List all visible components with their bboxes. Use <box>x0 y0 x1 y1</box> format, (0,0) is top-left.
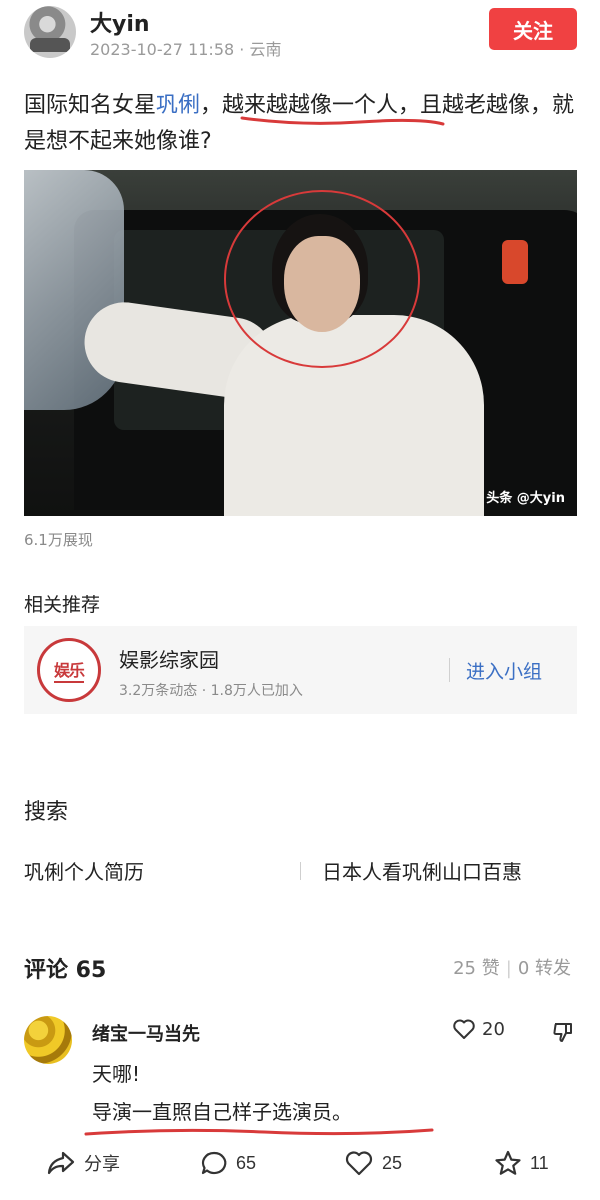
comments-title: 评论 65 <box>24 958 107 983</box>
share-icon <box>46 1150 76 1176</box>
comment-like-count: 20 <box>482 1018 505 1040</box>
action-bar: 分享 65 25 11 <box>0 1146 600 1186</box>
post-text-part1: 国际知名女星 <box>24 93 157 118</box>
image-watermark: 头条 @大yin <box>486 491 565 506</box>
view-count: 6.1万展现 <box>24 531 93 549</box>
author-avatar[interactable] <box>24 6 76 58</box>
heart-icon <box>344 1150 374 1176</box>
post-text: 国际知名女星巩俐，越来越越像一个人，且越老越像，就是想不起来她像谁? <box>24 88 576 160</box>
group-stats: 3.2万条动态 · 1.8万人已加入 <box>119 683 303 699</box>
commenter-avatar[interactable] <box>24 1016 72 1064</box>
share-label: 分享 <box>84 1154 120 1174</box>
favorite-button[interactable]: 11 <box>494 1150 549 1176</box>
search-divider <box>300 862 301 880</box>
like-count: 25 <box>382 1152 403 1173</box>
group-card[interactable]: 娱乐 娱影综家园 3.2万条动态 · 1.8万人已加入 进入小组 <box>24 626 577 714</box>
share-button[interactable]: 分享 <box>46 1150 120 1176</box>
comments-header: 评论 65 25 赞 | 0 转发 <box>24 952 577 983</box>
commenter-name[interactable]: 绪宝一马当先 <box>92 1020 200 1046</box>
post-image[interactable]: 头条 @大yin <box>24 170 577 516</box>
search-suggestion[interactable]: 日本人看巩俐山口百惠 <box>322 856 522 885</box>
bystander-shape <box>502 240 528 284</box>
search-title: 搜索 <box>24 800 69 825</box>
red-underline-annotation <box>84 1128 434 1136</box>
favorite-count: 11 <box>530 1152 549 1173</box>
post-location: 云南 <box>249 40 282 59</box>
comment-button[interactable]: 65 <box>200 1150 256 1176</box>
like-button[interactable]: 25 <box>344 1150 402 1176</box>
group-logo-text: 娱乐 <box>53 657 85 683</box>
comment-icon <box>200 1150 228 1176</box>
thumbs-down-icon[interactable] <box>551 1020 575 1044</box>
comment-item: 绪宝一马当先 20 天哪! 导演一直照自己样子选演员。 <box>24 1010 577 1140</box>
comment-like-button[interactable]: 20 <box>452 1018 505 1040</box>
comment-count: 65 <box>236 1152 257 1173</box>
post-header: 大yin 2023-10-27 11:58 · 云南 关注 <box>0 0 600 70</box>
meta-separator: · <box>239 40 250 59</box>
comments-stats: 25 赞 | 0 转发 <box>453 954 571 980</box>
group-divider <box>449 658 450 682</box>
follow-button[interactable]: 关注 <box>489 8 577 50</box>
post-meta: 2023-10-27 11:58 · 云南 <box>90 36 281 60</box>
join-group-button[interactable]: 进入小组 <box>466 657 542 684</box>
post-date: 2023-10-27 11:58 <box>90 40 235 59</box>
star-name-link[interactable]: 巩俐 <box>156 93 200 118</box>
group-logo: 娱乐 <box>37 638 101 702</box>
group-name: 娱影综家园 <box>119 648 219 672</box>
red-circle-annotation <box>224 190 420 368</box>
likes-stat[interactable]: 25 赞 <box>453 958 500 979</box>
heart-icon <box>452 1018 476 1040</box>
related-title: 相关推荐 <box>24 594 101 616</box>
stats-separator: | <box>505 958 512 979</box>
search-suggestion[interactable]: 巩俐个人简历 <box>24 856 144 885</box>
author-name[interactable]: 大yin <box>90 6 150 38</box>
shares-stat[interactable]: 0 转发 <box>518 958 571 979</box>
comment-text-line: 导演一直照自己样子选演员。 <box>92 1100 352 1124</box>
star-icon <box>494 1150 522 1176</box>
comment-text-line: 天哪! <box>92 1062 141 1086</box>
